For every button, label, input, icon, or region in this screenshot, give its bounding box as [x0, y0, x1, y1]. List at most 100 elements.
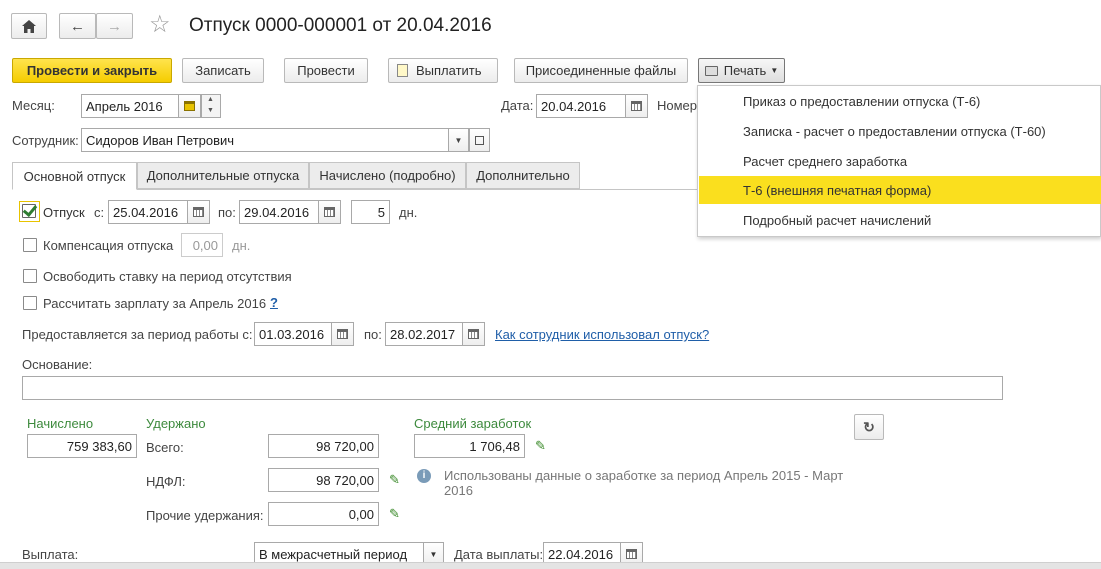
- leave-to-label: по:: [218, 205, 236, 220]
- calendar-icon: [337, 329, 348, 339]
- print-button[interactable]: Печать ▼: [698, 58, 785, 83]
- ndfl-field[interactable]: 98 720,00: [268, 468, 379, 492]
- refresh-button[interactable]: ↻: [854, 414, 884, 440]
- tab-additional-leaves[interactable]: Дополнительные отпуска: [137, 162, 309, 189]
- menu-item-t60-note[interactable]: Записка - расчет о предоставлении отпуск…: [699, 117, 1101, 145]
- leave-from-label: с:: [94, 205, 105, 220]
- period-to-label: по:: [364, 327, 382, 342]
- open-link-icon: [475, 135, 484, 145]
- home-button[interactable]: [11, 13, 47, 39]
- pencil-icon[interactable]: ✎: [535, 439, 549, 453]
- pencil-icon[interactable]: ✎: [389, 507, 403, 521]
- payout-label: Выплата:: [22, 547, 79, 562]
- total-field: 98 720,00: [268, 434, 379, 458]
- pencil-icon[interactable]: ✎: [389, 473, 403, 487]
- chevron-down-icon: ▼: [454, 135, 463, 145]
- compensation-unit: дн.: [232, 238, 251, 253]
- leave-label: Отпуск: [43, 205, 85, 220]
- number-label: Номер:: [657, 98, 701, 113]
- ndfl-label: НДФЛ:: [146, 474, 186, 489]
- post-button[interactable]: Провести: [284, 58, 368, 83]
- month-stepper[interactable]: ▲ ▼: [201, 94, 221, 118]
- help-link[interactable]: ?: [270, 295, 278, 310]
- month-label: Месяц:: [12, 98, 55, 113]
- average-earnings-label: Средний заработок: [414, 416, 532, 431]
- post-and-close-button[interactable]: Провести и закрыть: [12, 58, 172, 83]
- basis-field[interactable]: [22, 376, 1003, 400]
- total-label: Всего:: [146, 440, 184, 455]
- forward-button[interactable]: →: [96, 13, 133, 39]
- date-label: Дата:: [501, 98, 534, 113]
- calendar-icon: [631, 101, 642, 111]
- calendar-icon: [184, 101, 195, 111]
- calc-salary-checkbox[interactable]: [23, 296, 37, 310]
- menu-item-detailed-calculation[interactable]: Подробный расчет начислений: [699, 206, 1101, 234]
- accrued-label: Начислено: [27, 416, 94, 431]
- bottom-divider: [0, 562, 1101, 569]
- menu-item-average-earnings[interactable]: Расчет среднего заработка: [699, 147, 1101, 175]
- stepper-up-icon[interactable]: ▲: [207, 96, 214, 103]
- chevron-down-icon: ▼: [429, 549, 438, 559]
- printer-icon: [704, 65, 718, 76]
- save-button[interactable]: Записать: [182, 58, 264, 83]
- period-to-field[interactable]: 28.02.2017: [385, 322, 463, 346]
- tab-additional[interactable]: Дополнительно: [466, 162, 580, 189]
- period-from-field[interactable]: 01.03.2016: [254, 322, 332, 346]
- page-title: Отпуск 0000-000001 от 20.04.2016: [189, 15, 492, 36]
- menu-item-t6-external[interactable]: Т-6 (внешняя печатная форма): [699, 176, 1101, 204]
- leave-to-field[interactable]: 29.04.2016: [239, 200, 319, 224]
- chevron-down-icon: ▼: [770, 66, 779, 75]
- leave-days-unit: дн.: [399, 205, 418, 220]
- employee-open-button[interactable]: [469, 128, 490, 152]
- period-label: Предоставляется за период работы с:: [22, 327, 253, 342]
- compensation-label: Компенсация отпуска: [43, 238, 174, 253]
- employee-label: Сотрудник:: [12, 133, 79, 148]
- tab-main-leave[interactable]: Основной отпуск: [12, 162, 137, 190]
- calendar-icon: [193, 207, 204, 217]
- leave-from-picker[interactable]: [188, 200, 210, 224]
- date-field[interactable]: 20.04.2016: [536, 94, 626, 118]
- refresh-icon: ↻: [863, 418, 875, 435]
- home-icon: [22, 19, 36, 33]
- compensation-checkbox[interactable]: [23, 238, 37, 252]
- accrued-field: 759 383,60: [27, 434, 137, 458]
- pay-label: Выплатить: [416, 63, 482, 78]
- leave-to-picker[interactable]: [319, 200, 341, 224]
- basis-label: Основание:: [22, 357, 93, 372]
- compensation-days-field[interactable]: 0,00: [181, 233, 223, 257]
- release-rate-checkbox[interactable]: [23, 269, 37, 283]
- leave-days-field[interactable]: 5: [351, 200, 390, 224]
- calendar-icon: [324, 207, 335, 217]
- average-earnings-field: 1 706,48: [414, 434, 525, 458]
- leave-from-field[interactable]: 25.04.2016: [108, 200, 188, 224]
- pay-button[interactable]: Выплатить: [388, 58, 498, 83]
- employee-field[interactable]: Сидоров Иван Петрович: [81, 128, 449, 152]
- attached-files-button[interactable]: Присоединенные файлы: [514, 58, 688, 83]
- date-picker-button[interactable]: [626, 94, 648, 118]
- leave-checkbox[interactable]: [22, 204, 36, 218]
- other-withholdings-label: Прочие удержания:: [146, 508, 264, 523]
- payout-date-label: Дата выплаты:: [454, 547, 544, 562]
- release-rate-label: Освободить ставку на период отсутствия: [43, 269, 292, 284]
- usage-link[interactable]: Как сотрудник использовал отпуск?: [495, 327, 709, 342]
- calc-salary-label: Рассчитать зарплату за Апрель 2016: [43, 296, 267, 311]
- print-dropdown-menu: Приказ о предоставлении отпуска (Т-6) За…: [697, 85, 1101, 237]
- period-from-picker[interactable]: [332, 322, 354, 346]
- earnings-info-text: Использованы данные о заработке за перио…: [444, 468, 844, 498]
- star-icon[interactable]: ☆: [149, 12, 171, 38]
- back-button[interactable]: ←: [59, 13, 96, 39]
- month-field[interactable]: Апрель 2016: [81, 94, 179, 118]
- stepper-down-icon[interactable]: ▼: [207, 107, 214, 114]
- document-icon: [397, 64, 408, 77]
- other-withholdings-field[interactable]: 0,00: [268, 502, 379, 526]
- calendar-icon: [626, 549, 637, 559]
- arrow-left-icon: ←: [70, 17, 85, 35]
- print-label: Печать: [723, 63, 767, 78]
- calendar-icon: [468, 329, 479, 339]
- tab-accrued-detail[interactable]: Начислено (подробно): [309, 162, 466, 189]
- menu-item-t6-order[interactable]: Приказ о предоставлении отпуска (Т-6): [699, 87, 1101, 115]
- employee-dropdown-button[interactable]: ▼: [449, 128, 469, 152]
- info-icon: i: [417, 469, 431, 483]
- period-to-picker[interactable]: [463, 322, 485, 346]
- month-picker-button[interactable]: [179, 94, 201, 118]
